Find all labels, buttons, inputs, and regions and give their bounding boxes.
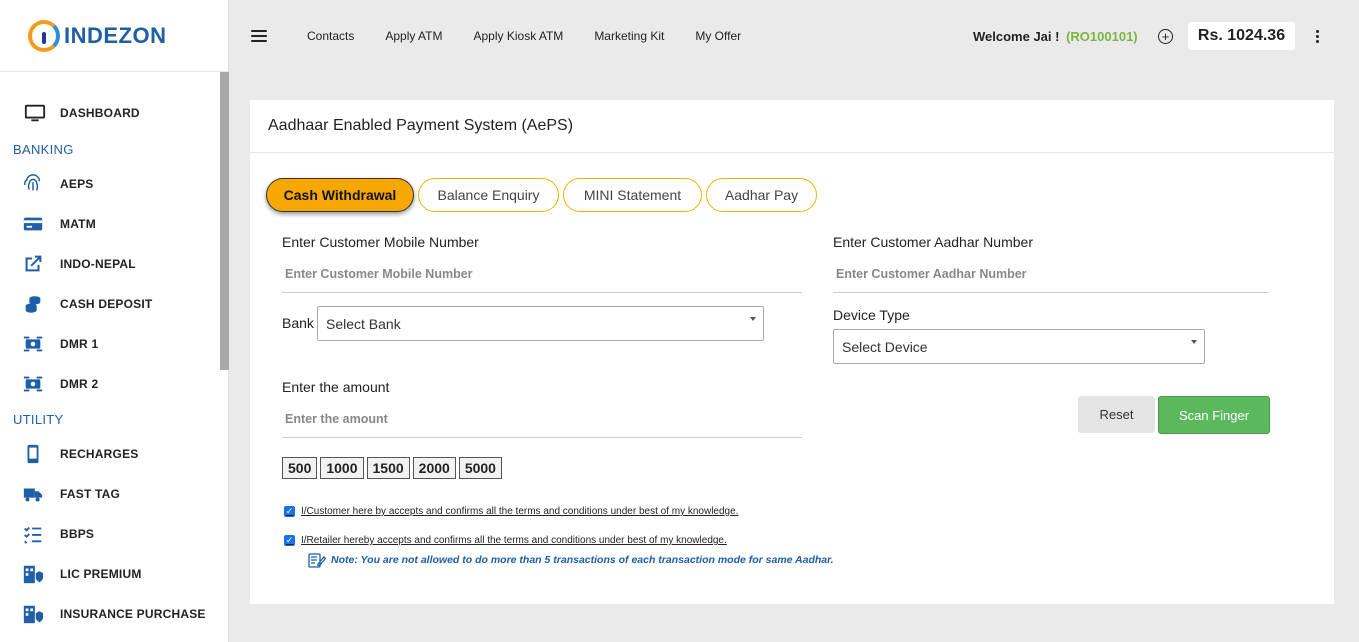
nav-link-apply-atm[interactable]: Apply ATM [385,29,442,43]
aeps-card: Aadhaar Enabled Payment System (AePS) Ca… [250,100,1334,604]
device-select-value: Select Device [842,338,928,355]
section-title-banking: BANKING [13,141,74,157]
sidebar-item-insurance-purchase[interactable]: INSURANCE PURCHASE [0,594,220,634]
more-vert-icon[interactable] [1316,29,1319,43]
page-title: Aadhaar Enabled Payment System (AePS) [250,100,1334,153]
brand-name: INDEZON [64,22,167,48]
checkbox-checked-icon[interactable]: ✓ [284,535,295,546]
mobile-icon [27,444,39,464]
building-shield-icon [23,565,44,584]
dropdown-arrow-icon [1191,340,1197,344]
money-transfer-icon [23,376,43,392]
sidebar-item-label: DMR 2 [60,377,99,391]
top-nav: Contacts Apply ATM Apply Kiosk ATM Marke… [307,29,772,43]
sidebar-item-matm[interactable]: MATM [0,204,220,244]
welcome-greeting: Welcome Jai ! [973,28,1060,44]
scan-finger-button[interactable]: Scan Finger [1158,396,1270,434]
transaction-note: Note: You are not allowed to do more tha… [308,552,834,568]
note-text: Note: You are not allowed to do more tha… [331,554,834,566]
sidebar-item-recharges[interactable]: RECHARGES [0,434,220,474]
wallet-balance: Rs. 1024.36 [1188,22,1295,50]
menu-icon[interactable] [251,30,267,42]
tab-aadhar-pay[interactable]: Aadhar Pay [706,178,817,212]
dropdown-arrow-icon [750,317,756,321]
logo-icon [28,19,60,52]
checklist-icon [24,526,42,544]
nav-link-my-offer[interactable]: My Offer [695,29,741,43]
nav-link-marketing-kit[interactable]: Marketing Kit [594,29,664,43]
sidebar-item-label: DMR 1 [60,337,99,351]
aadhar-label: Enter Customer Aadhar Number [833,234,1033,250]
transaction-tabs: Cash Withdrawal Balance Enquiry MINI Sta… [266,178,821,212]
tab-mini-statement[interactable]: MINI Statement [563,178,702,212]
building-shield-icon [23,605,44,624]
mobile-label: Enter Customer Mobile Number [282,234,479,250]
monitor-icon [24,104,46,122]
sidebar-scrollbar[interactable] [220,72,229,370]
sidebar-item-label: INSURANCE PURCHASE [60,607,206,621]
sidebar: INDEZON DASHBOARD BANKING AEPS MATM INDO… [0,0,229,642]
bank-select-value: Select Bank [326,315,401,332]
fingerprint-icon [23,174,41,191]
note-edit-icon [308,553,326,568]
topbar: Contacts Apply ATM Apply Kiosk ATM Marke… [229,0,1359,72]
card-icon [23,217,43,231]
welcome-text: Welcome Jai ! (RO100101) [973,29,1138,44]
external-link-icon [25,255,42,272]
checkbox-checked-icon[interactable]: ✓ [284,506,295,517]
retailer-consent[interactable]: ✓ I/Retailer hereby accepts and confirms… [284,535,727,546]
amount-label: Enter the amount [282,379,390,395]
customer-consent[interactable]: ✓ I/Customer here by accepts and confirm… [284,506,738,517]
retailer-consent-text: I/Retailer hereby accepts and confirms a… [301,535,727,546]
customer-consent-text: I/Customer here by accepts and confirms … [301,506,739,517]
sidebar-item-label: DASHBOARD [60,106,140,120]
coins-icon [25,296,41,313]
bank-label: Bank [282,315,314,331]
sidebar-item-aeps[interactable]: AEPS [0,164,220,204]
truck-icon [23,488,43,502]
tab-balance-enquiry[interactable]: Balance Enquiry [418,178,559,212]
amount-input[interactable]: Enter the amount [282,400,802,438]
mobile-input[interactable]: Enter Customer Mobile Number [282,255,802,293]
logo[interactable]: INDEZON [0,0,228,72]
sidebar-item-cash-deposit[interactable]: CASH DEPOSIT [0,284,220,324]
sidebar-item-label: MATM [60,217,96,231]
amount-chip-1000[interactable]: 1000 [320,457,364,479]
amount-chip-1500[interactable]: 1500 [366,457,410,479]
sidebar-item-bbps[interactable]: BBPS [0,514,220,554]
money-transfer-icon [23,336,43,352]
amount-chip-500[interactable]: 500 [282,457,318,479]
sidebar-item-dmr-1[interactable]: DMR 1 [0,324,220,364]
user-code: (RO100101) [1066,28,1138,44]
amount-chip-5000[interactable]: 5000 [458,457,502,479]
sidebar-item-fast-tag[interactable]: FAST TAG [0,474,220,514]
sidebar-item-indo-nepal[interactable]: INDO-NEPAL [0,244,220,284]
device-select[interactable]: Select Device [833,329,1205,364]
nav-link-contacts[interactable]: Contacts [307,29,354,43]
sidebar-item-label: LIC PREMIUM [60,567,142,581]
nav-link-apply-kiosk-atm[interactable]: Apply Kiosk ATM [474,29,564,43]
sidebar-item-label: INDO-NEPAL [60,257,136,271]
bank-select[interactable]: Select Bank [317,306,764,341]
sidebar-item-label: BBPS [60,527,95,541]
sidebar-item-label: RECHARGES [60,447,139,461]
aadhar-input[interactable]: Enter Customer Aadhar Number [833,255,1269,293]
sidebar-item-label: CASH DEPOSIT [60,297,153,311]
sidebar-item-lic-premium[interactable]: LIC PREMIUM [0,554,220,594]
amount-chips: 500 1000 1500 2000 5000 [282,457,505,479]
section-title-utility: UTILITY [13,411,64,427]
sidebar-item-dashboard[interactable]: DASHBOARD [0,92,220,134]
sidebar-nav: DASHBOARD BANKING AEPS MATM INDO-NEPAL C… [0,92,220,634]
amount-chip-2000[interactable]: 2000 [412,457,456,479]
sidebar-item-label: AEPS [60,177,94,191]
sidebar-item-dmr-2[interactable]: DMR 2 [0,364,220,404]
tab-cash-withdrawal[interactable]: Cash Withdrawal [266,178,414,212]
sidebar-item-label: FAST TAG [60,487,121,501]
add-circle-icon[interactable]: + [1158,28,1173,44]
device-label: Device Type [833,307,910,323]
reset-button[interactable]: Reset [1078,396,1155,433]
